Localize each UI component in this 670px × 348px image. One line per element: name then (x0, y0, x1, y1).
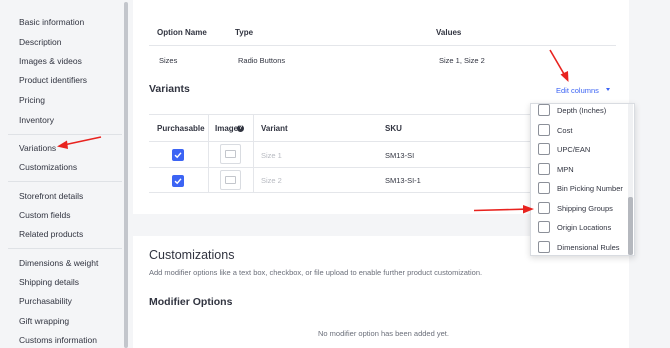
options-header-type: Type (235, 28, 254, 37)
column-checkbox[interactable] (538, 201, 550, 214)
variants-header-sku: SKU (385, 124, 402, 133)
purchasable-checkbox[interactable] (172, 149, 184, 161)
column-checkbox[interactable] (538, 143, 550, 155)
sidebar-item-related-products[interactable]: Related products (19, 229, 83, 239)
product-sidebar-nav: Basic information Description Images & v… (0, 0, 128, 348)
column-option-label: MPN (557, 164, 574, 174)
column-checkbox[interactable] (538, 182, 550, 194)
chevron-down-icon[interactable] (606, 88, 610, 91)
sidebar-item-variations[interactable]: Variations (19, 143, 56, 153)
sidebar-item-description[interactable]: Description (19, 37, 62, 47)
column-checkbox[interactable] (538, 162, 550, 175)
sidebar-item-dimensions-weight[interactable]: Dimensions & weight (19, 258, 98, 268)
variants-header-image: Image (215, 124, 239, 133)
help-icon[interactable]: ? (237, 125, 244, 132)
sidebar-item-product-identifiers[interactable]: Product identifiers (19, 75, 87, 85)
variants-header-variant: Variant (261, 124, 288, 133)
sidebar-scrollbar[interactable] (124, 2, 128, 348)
customizations-description: Add modifier options like a text box, ch… (149, 268, 483, 277)
sidebar-item-gift-wrapping[interactable]: Gift wrapping (19, 316, 69, 326)
variants-title: Variants (149, 83, 190, 95)
edit-columns-dropdown: Depth (Inches) Cost UPC/EAN MPN Bin Pick… (530, 103, 635, 256)
options-header-divider (149, 45, 616, 46)
variants-row-divider (149, 167, 530, 168)
sidebar-item-images-videos[interactable]: Images & videos (19, 56, 82, 66)
sidebar-divider (8, 181, 122, 182)
variant-image-placeholder[interactable] (220, 170, 241, 190)
option-row-values: Size 1, Size 2 (439, 56, 485, 65)
option-row-name: Sizes (159, 56, 178, 65)
variants-row-divider (149, 192, 530, 193)
image-icon (225, 176, 236, 184)
options-header-values: Values (436, 28, 462, 37)
sidebar-divider (8, 134, 122, 135)
sidebar-item-custom-fields[interactable]: Custom fields (19, 210, 71, 220)
sidebar-item-purchasability[interactable]: Purchasability (19, 296, 72, 306)
variant-sku[interactable]: SM13-SI (385, 151, 414, 160)
sidebar-divider (8, 248, 122, 249)
column-option-label: Depth (Inches) (557, 106, 607, 115)
image-icon (225, 150, 236, 158)
column-option-dimensional-rules[interactable]: Dimensional Rules (531, 238, 629, 256)
sidebar-item-storefront-details[interactable]: Storefront details (19, 191, 83, 201)
checkmark-icon (174, 152, 182, 159)
variants-col-divider (208, 115, 209, 192)
customizations-title: Customizations (149, 248, 235, 262)
edit-columns-link[interactable]: Edit columns (556, 86, 599, 95)
variant-name-input[interactable]: Size 1 (261, 151, 282, 160)
sidebar-item-basic-information[interactable]: Basic information (19, 17, 84, 27)
column-option-label: Dimensional Rules (557, 242, 620, 252)
purchasable-checkbox[interactable] (172, 175, 184, 187)
column-checkbox[interactable] (538, 221, 550, 233)
variants-header-purchasable: Purchasable (157, 124, 205, 133)
option-row-type: Radio Buttons (238, 56, 286, 65)
column-option-mpn[interactable]: MPN (531, 160, 629, 180)
column-option-bin-picking-number[interactable]: Bin Picking Number (531, 179, 629, 199)
variants-col-divider (253, 115, 254, 192)
column-option-label: Shipping Groups (557, 203, 613, 213)
sidebar-item-customs-information[interactable]: Customs information (19, 335, 97, 345)
variant-sku[interactable]: SM13-SI-1 (385, 176, 421, 185)
column-option-label: UPC/EAN (557, 145, 591, 154)
column-option-depth[interactable]: Depth (Inches) (531, 104, 629, 121)
variants-table-top-border (149, 114, 530, 115)
column-option-origin-locations[interactable]: Origin Locations (531, 218, 629, 238)
checkmark-icon (174, 178, 182, 185)
column-checkbox[interactable] (538, 123, 550, 136)
sidebar-item-pricing[interactable]: Pricing (19, 95, 45, 105)
column-checkbox[interactable] (538, 240, 550, 253)
column-checkbox[interactable] (538, 104, 550, 116)
modifier-empty-state: No modifier option has been added yet. (318, 329, 449, 338)
dropdown-scrollbar-thumb[interactable] (628, 197, 633, 255)
column-option-upc-ean[interactable]: UPC/EAN (531, 140, 629, 160)
column-option-label: Origin Locations (557, 223, 612, 232)
variants-header-divider (149, 141, 530, 142)
column-option-label: Bin Picking Number (557, 184, 623, 193)
variant-image-placeholder[interactable] (220, 144, 241, 164)
sidebar-item-customizations[interactable]: Customizations (19, 162, 77, 172)
column-option-shipping-groups[interactable]: Shipping Groups (531, 199, 629, 219)
modifier-options-title: Modifier Options (149, 296, 233, 308)
variant-name-input[interactable]: Size 2 (261, 176, 282, 185)
options-header-name: Option Name (157, 28, 207, 37)
column-option-cost[interactable]: Cost (531, 121, 629, 141)
sidebar-item-shipping-details[interactable]: Shipping details (19, 277, 79, 287)
sidebar-item-inventory[interactable]: Inventory (19, 115, 54, 125)
column-option-label: Cost (557, 125, 573, 135)
